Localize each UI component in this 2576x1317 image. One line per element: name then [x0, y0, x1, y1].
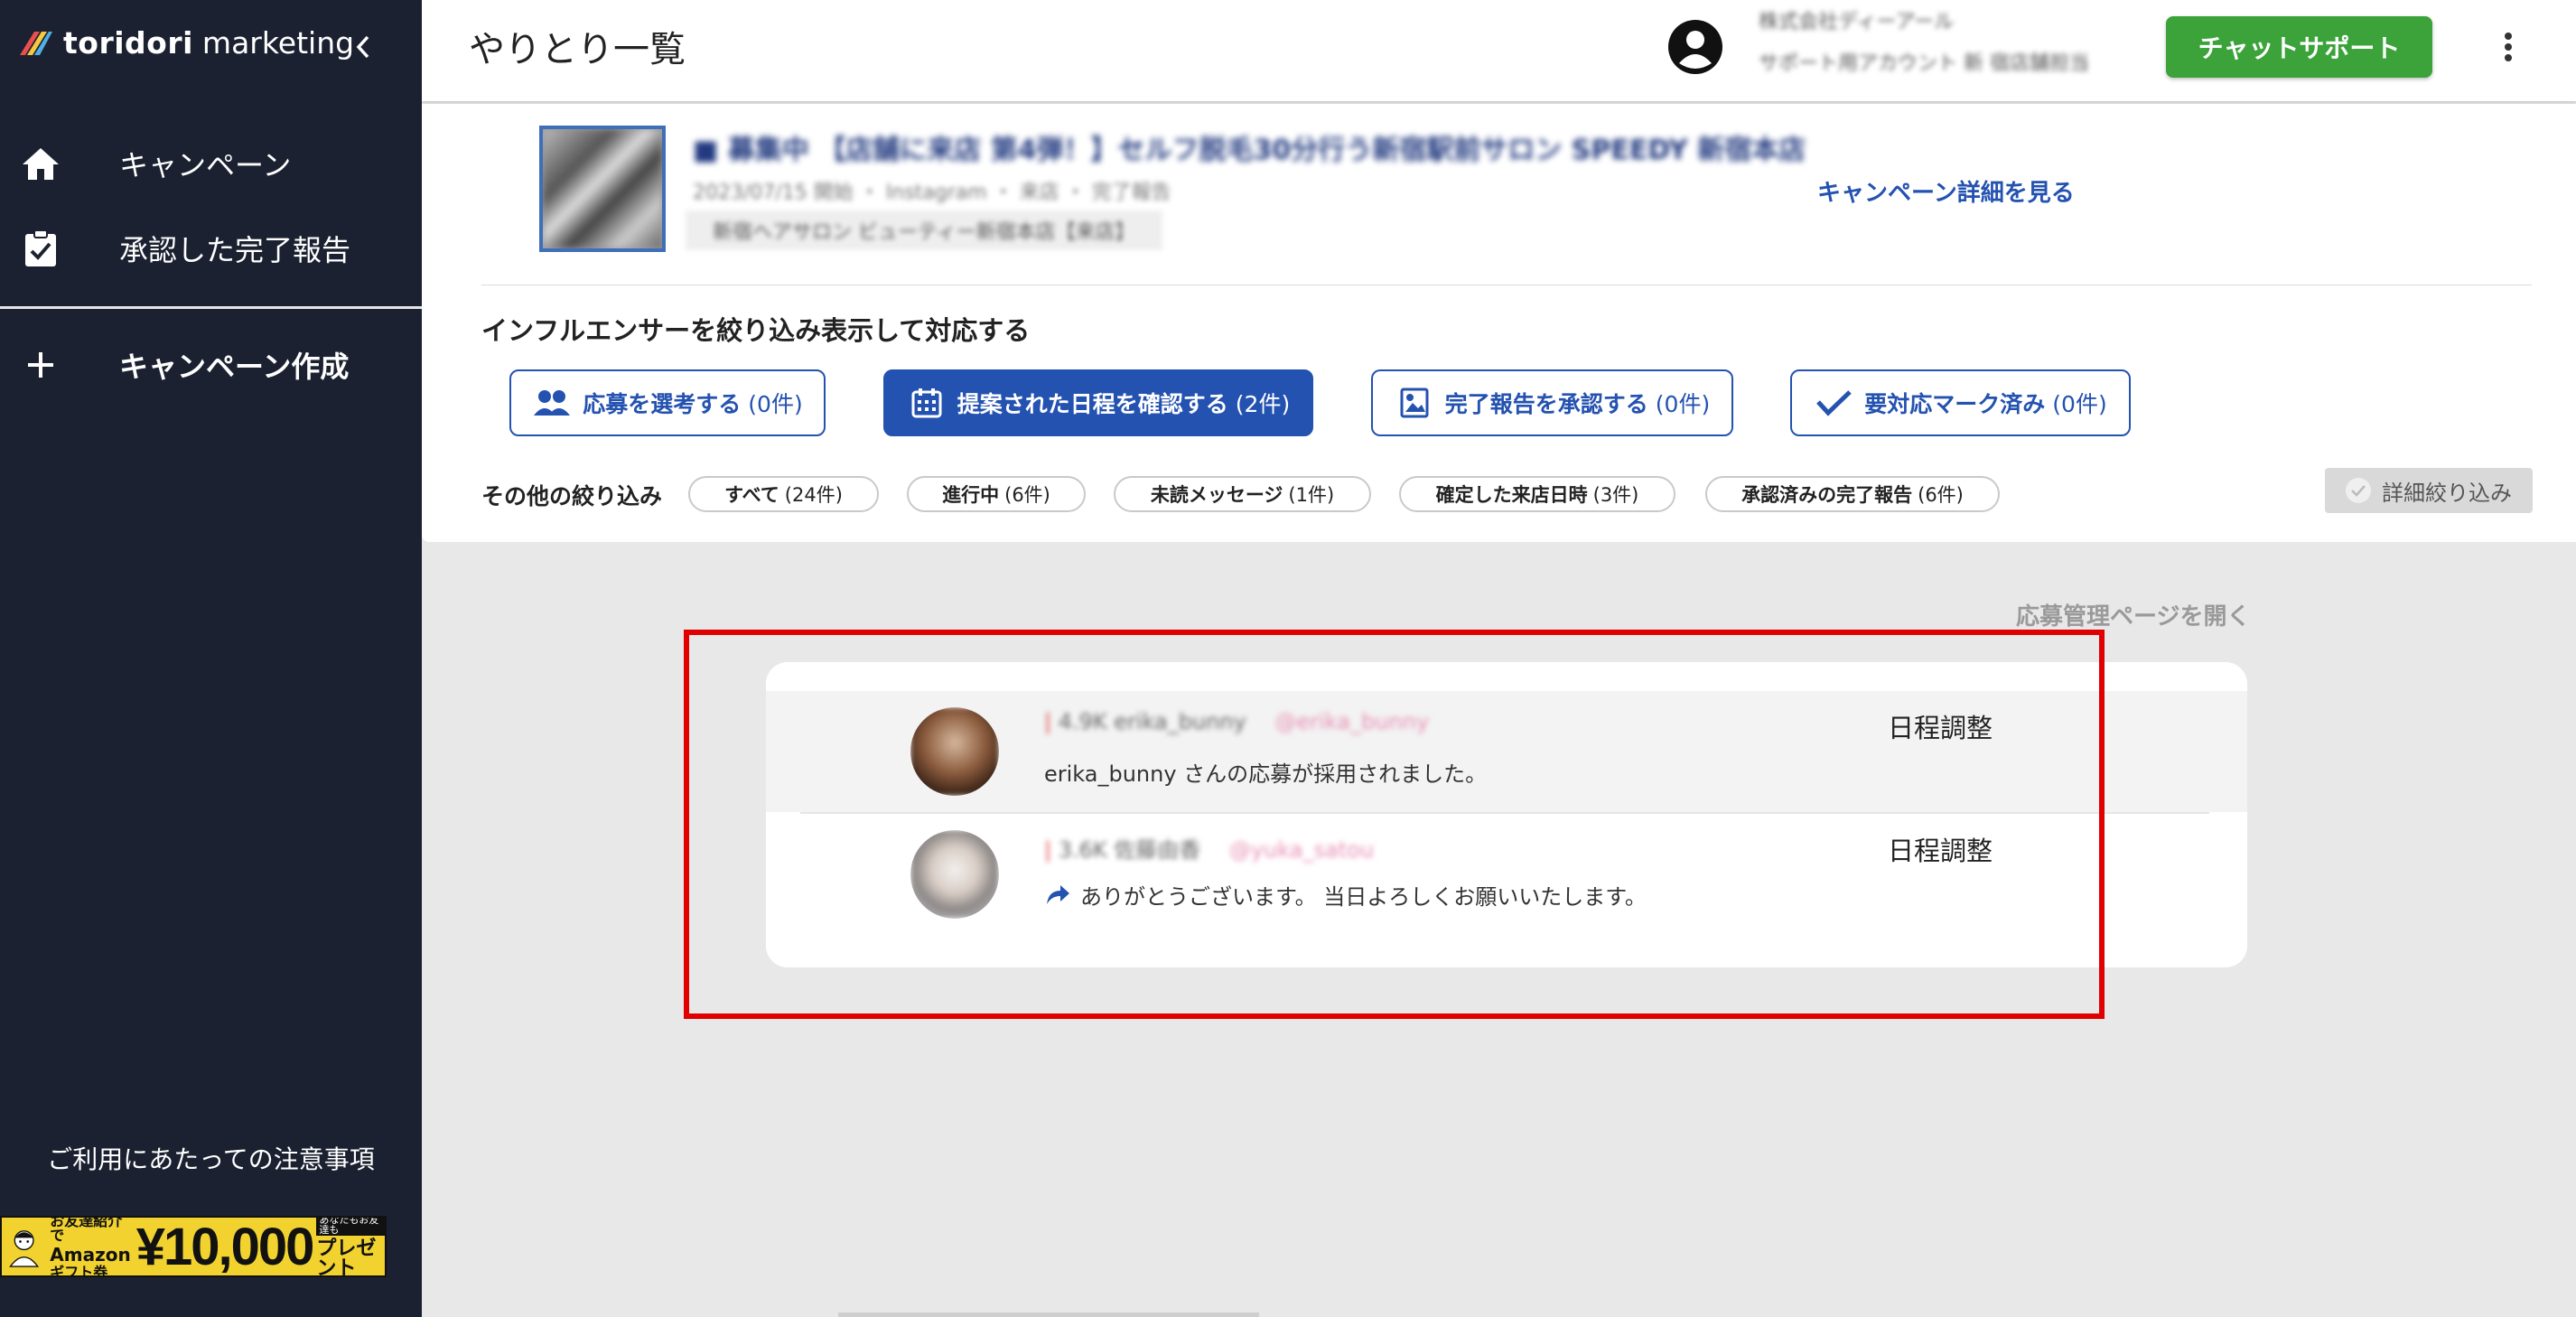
brand-stripes-icon	[20, 32, 52, 55]
brand-name: toridori	[63, 24, 193, 61]
account-user: サポート用アカウント 新 宿店舗担当	[1759, 52, 2089, 75]
sidebar-item-campaigns[interactable]: キャンペーン	[0, 123, 422, 204]
usage-notice-link[interactable]: ご利用にあたっての注意事項	[0, 1140, 422, 1176]
filter-button-count: (2件)	[1235, 391, 1291, 417]
chip-unread[interactable]: 未読メッセージ (1件)	[1114, 476, 1371, 512]
account-circle-icon[interactable]	[1666, 18, 1724, 76]
chip-count: (6件)	[1918, 484, 1964, 506]
people-icon	[532, 387, 572, 419]
promo-line3: ギフト券	[50, 1263, 108, 1277]
account-company: 株式会社ディーアール	[1759, 11, 1955, 33]
campaign-tag: 新宿ヘアサロン ビューティー新宿本店【来店】	[686, 210, 1162, 250]
filter-button-label: 完了報告を承認する	[1444, 391, 1648, 417]
highlight-box	[684, 630, 2105, 1019]
chip-count: (3件)	[1592, 484, 1639, 506]
filter-approve-reports-button[interactable]: 完了報告を承認する (0件)	[1371, 369, 1733, 436]
chip-label: 承認済みの完了報告	[1741, 484, 1913, 506]
chip-all[interactable]: すべて (24件)	[688, 476, 879, 512]
sidebar-item-label: キャンペーン作成	[119, 350, 350, 384]
filter-button-label: 要対応マーク済み	[1864, 391, 2046, 417]
top-header: やりとり一覧 株式会社ディーアール サポート用アカウント 新 宿店舗担当 チャッ…	[422, 0, 2576, 101]
home-icon	[20, 143, 61, 184]
chip-label: 未読メッセージ	[1150, 484, 1283, 506]
account-info: 株式会社ディーアール サポート用アカウント 新 宿店舗担当	[1759, 13, 2089, 74]
calendar-icon	[907, 387, 947, 419]
clipboard-check-icon	[20, 228, 61, 269]
report-image-icon	[1395, 387, 1434, 419]
horizontal-scrollbar[interactable]	[838, 1312, 1259, 1317]
chip-label: すべて	[724, 484, 779, 506]
chip-count: (6件)	[1004, 484, 1050, 506]
filter-heading: インフルエンサーを絞り込み表示して対応する	[481, 315, 1031, 346]
brand-logo[interactable]: toridori marketing	[16, 20, 354, 65]
sidebar-item-label: キャンペーン	[119, 148, 292, 182]
filter-button-count: (0件)	[748, 391, 803, 417]
more-menu-button[interactable]	[2490, 25, 2526, 69]
filter-button-label: 応募を選考する	[583, 391, 742, 417]
plus-icon	[20, 344, 61, 386]
chip-count: (1件)	[1288, 484, 1335, 506]
promo-amount: ¥10,000	[135, 1217, 315, 1276]
filter-button-label: 提案された日程を確認する	[957, 391, 1228, 417]
filter-button-count: (0件)	[2052, 391, 2107, 417]
sidebar-item-approved-reports[interactable]: 承認した完了報告	[0, 208, 422, 289]
sidebar-item-create-campaign[interactable]: キャンペーン作成	[0, 324, 422, 406]
other-filters-label: その他の絞り込み	[481, 483, 663, 509]
chip-label: 進行中	[942, 484, 1000, 506]
filter-confirm-schedule-button[interactable]: 提案された日程を確認する (2件)	[883, 369, 1313, 436]
chip-in-progress[interactable]: 進行中 (6件)	[907, 476, 1086, 512]
chip-count: (24件)	[784, 484, 843, 506]
referral-promo-banner[interactable]: お友達紹介で Amazon ギフト券 ¥10,000 あなたもお友達も プレゼン…	[0, 1216, 387, 1277]
filter-button-count: (0件)	[1655, 391, 1711, 417]
detail-filter-button[interactable]: 詳細絞り込み	[2325, 468, 2533, 513]
chip-confirmed-visit[interactable]: 確定した来店日時 (3件)	[1399, 476, 1675, 512]
detail-filter-label: 詳細絞り込み	[2382, 480, 2512, 506]
sidebar-item-label: 承認した完了報告	[119, 233, 351, 267]
campaign-detail-link[interactable]: キャンペーン詳細を見る	[1817, 174, 2075, 208]
campaign-filter-panel: ■ 募集中 【店舗に来店 第4弾！】セルフ脱毛30分行う新宿駅前サロン SPEE…	[422, 104, 2576, 542]
campaign-meta: 2023/07/15 開始 ・ Instagram ・ 来店 ・ 完了報告	[693, 182, 1171, 204]
more-vertical-icon	[2505, 33, 2512, 61]
filter-select-applicants-button[interactable]: 応募を選考する (0件)	[509, 369, 826, 436]
promo-suffix: プレゼント	[316, 1238, 377, 1277]
person-illustration-icon	[9, 1230, 40, 1267]
sidebar: toridori marketing キャンペーン 承認した完了報告 キャンペー…	[0, 0, 422, 1317]
campaign-title: ■ 募集中 【店舗に来店 第4弾！】セルフ脱毛30分行う新宿駅前サロン SPEE…	[693, 135, 1806, 166]
filter-needs-action-button[interactable]: 要対応マーク済み (0件)	[1790, 369, 2131, 436]
chat-support-button[interactable]: チャットサポート	[2166, 16, 2432, 78]
open-applications-link[interactable]: 応募管理ページを開く	[2016, 598, 2250, 631]
sidebar-divider	[0, 306, 422, 309]
collapse-sidebar-button[interactable]	[345, 25, 381, 69]
chip-label: 確定した来店日時	[1435, 484, 1588, 506]
promo-line1: お友達紹介で	[50, 1216, 123, 1244]
page-title: やりとり一覧	[469, 29, 686, 70]
brand-sub: marketing	[201, 24, 355, 61]
checkmark-icon	[1814, 387, 1853, 419]
promo-tag: あなたもお友達も	[316, 1218, 385, 1236]
chevron-left-icon	[356, 35, 369, 59]
promo-line2: Amazon	[50, 1243, 131, 1266]
chip-approved-reports[interactable]: 承認済みの完了報告 (6件)	[1705, 476, 2000, 512]
check-circle-icon	[2346, 478, 2371, 503]
campaign-thumbnail[interactable]	[539, 126, 666, 252]
